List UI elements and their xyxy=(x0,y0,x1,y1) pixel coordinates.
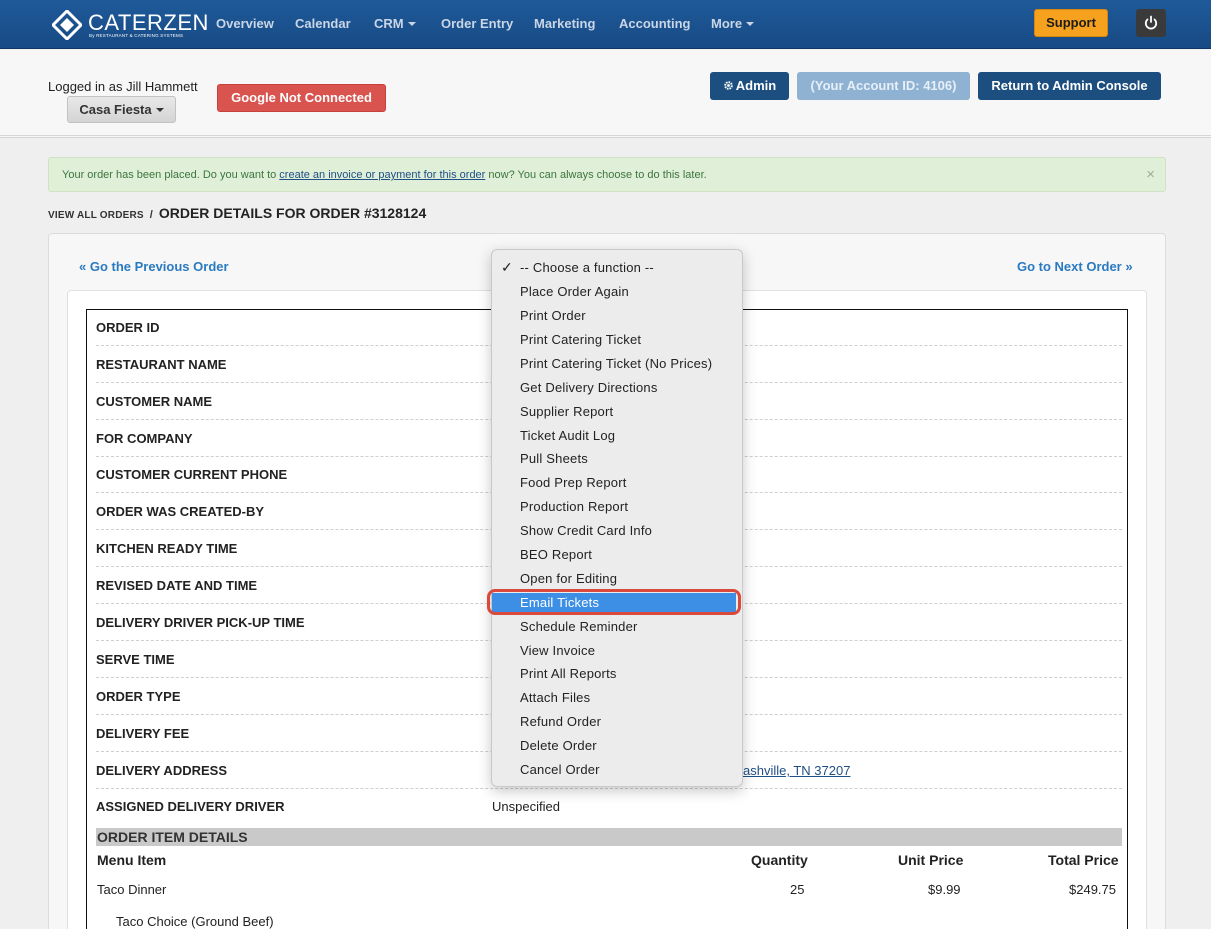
breadcrumb: VIEW ALL ORDERS / ORDER DETAILS FOR ORDER … xyxy=(48,205,426,223)
page-title: ORDER DETAILS FOR ORDER #3128124 xyxy=(158,205,427,221)
detail-label: DELIVERY DRIVER PICK-UP TIME xyxy=(96,615,305,630)
google-status-button[interactable]: Google Not Connected xyxy=(217,84,386,112)
breadcrumb-separator: / xyxy=(149,209,153,221)
detail-label: ORDER WAS CREATED-BY xyxy=(96,504,265,519)
close-icon[interactable]: × xyxy=(1146,166,1155,183)
checkmark-icon: ✓ xyxy=(501,259,513,275)
menu-option-delete-order[interactable]: Delete Order xyxy=(520,738,597,753)
nav-order-entry[interactable]: Order Entry xyxy=(441,16,513,31)
nav-crm[interactable]: CRM xyxy=(374,16,416,31)
item-menu-name: Taco Dinner xyxy=(97,882,167,897)
restaurant-selector[interactable]: Casa Fiesta xyxy=(67,96,176,123)
chevron-down-icon xyxy=(746,22,755,26)
gear-icon xyxy=(723,81,733,90)
caterzen-logo[interactable]: CATERZEN By RESTAURANT & CATERING SYSTEM… xyxy=(52,9,208,41)
detail-value: Unspecified xyxy=(492,799,560,814)
chevron-down-icon xyxy=(155,108,164,112)
menu-option-print-catering-ticket-no-prices[interactable]: Print Catering Ticket (No Prices) xyxy=(520,356,712,371)
column-header-menu-item: Menu Item xyxy=(97,852,167,868)
detail-label: ORDER ID xyxy=(96,320,160,335)
menu-option-print-catering-ticket[interactable]: Print Catering Ticket xyxy=(520,332,641,347)
detail-label: CUSTOMER NAME xyxy=(96,394,213,409)
view-all-orders-link[interactable]: VIEW ALL ORDERS xyxy=(48,210,144,221)
logo-diamond-icon xyxy=(52,10,82,40)
chevron-down-icon xyxy=(407,22,416,26)
menu-option-get-delivery-directions[interactable]: Get Delivery Directions xyxy=(520,380,658,395)
menu-option-pull-sheets[interactable]: Pull Sheets xyxy=(520,451,588,466)
menu-option-print-order[interactable]: Print Order xyxy=(520,308,586,323)
alert-text-before: Your order has been placed. Do you want … xyxy=(62,169,280,181)
menu-option-print-all-reports[interactable]: Print All Reports xyxy=(520,666,617,681)
detail-label: CUSTOMER CURRENT PHONE xyxy=(96,467,288,482)
item-quantity: 25 xyxy=(790,882,805,897)
return-admin-console-button[interactable]: Return to Admin Console xyxy=(978,72,1161,100)
item-total-price: $249.75 xyxy=(1069,882,1116,897)
detail-label: SERVE TIME xyxy=(96,652,175,667)
logged-in-text: Logged in as Jill Hammett xyxy=(48,79,198,94)
menu-option-cancel-order[interactable]: Cancel Order xyxy=(520,762,600,777)
menu-option-production-report[interactable]: Production Report xyxy=(520,499,628,514)
previous-order-link[interactable]: « Go the Previous Order xyxy=(79,259,229,274)
menu-option-ticket-audit-log[interactable]: Ticket Audit Log xyxy=(520,428,615,443)
order-item-details-header: ORDER ITEM DETAILS xyxy=(96,828,1122,846)
item-unit-price: $9.99 xyxy=(928,882,961,897)
next-order-link[interactable]: Go to Next Order » xyxy=(1017,259,1133,274)
detail-row-assigned-driver: ASSIGNED DELIVERY DRIVER Unspecified xyxy=(96,788,1122,825)
top-navbar: CATERZEN By RESTAURANT & CATERING SYSTEM… xyxy=(0,0,1211,49)
column-header-unit-price: Unit Price xyxy=(898,852,964,868)
nav-calendar[interactable]: Calendar xyxy=(295,16,351,31)
menu-option-choose-function[interactable]: -- Choose a function -- xyxy=(520,260,654,275)
menu-option-email-tickets[interactable]: Email Tickets xyxy=(520,595,599,610)
function-dropdown-menu[interactable] xyxy=(491,249,743,787)
menu-option-view-invoice[interactable]: View Invoice xyxy=(520,643,595,658)
detail-label: DELIVERY ADDRESS xyxy=(96,763,227,778)
menu-option-beo-report[interactable]: BEO Report xyxy=(520,547,592,562)
menu-option-supplier-report[interactable]: Supplier Report xyxy=(520,404,613,419)
nav-more[interactable]: More xyxy=(711,16,755,31)
nav-overview[interactable]: Overview xyxy=(216,16,274,31)
column-header-quantity: Quantity xyxy=(751,852,808,868)
menu-option-show-credit-card-info[interactable]: Show Credit Card Info xyxy=(520,523,652,538)
menu-option-schedule-reminder[interactable]: Schedule Reminder xyxy=(520,619,638,634)
detail-label: RESTAURANT NAME xyxy=(96,357,227,372)
delivery-address-link[interactable]: ashville, TN 37207 xyxy=(743,763,850,778)
nav-marketing[interactable]: Marketing xyxy=(534,16,595,31)
menu-option-open-for-editing[interactable]: Open for Editing xyxy=(520,571,617,586)
account-id-badge: (Your Account ID: 4106) xyxy=(797,72,970,100)
detail-label: FOR COMPANY xyxy=(96,431,193,446)
menu-option-attach-files[interactable]: Attach Files xyxy=(520,690,590,705)
menu-option-refund-order[interactable]: Refund Order xyxy=(520,714,601,729)
create-invoice-link[interactable]: create an invoice or payment for this or… xyxy=(279,169,485,181)
logo-tagline: By RESTAURANT & CATERING SYSTEMS xyxy=(89,33,184,38)
support-button[interactable]: Support xyxy=(1034,9,1108,37)
detail-label: REVISED DATE AND TIME xyxy=(96,578,258,593)
alert-text-after: now? You can always choose to do this la… xyxy=(485,169,707,181)
menu-option-food-prep-report[interactable]: Food Prep Report xyxy=(520,475,627,490)
nav-accounting[interactable]: Accounting xyxy=(619,16,691,31)
power-icon xyxy=(1144,15,1158,30)
detail-label: KITCHEN READY TIME xyxy=(96,541,238,556)
menu-option-place-order-again[interactable]: Place Order Again xyxy=(520,284,629,299)
order-placed-alert: Your order has been placed. Do you want … xyxy=(48,157,1166,192)
logout-button[interactable] xyxy=(1136,9,1166,37)
detail-label: ORDER TYPE xyxy=(96,689,181,704)
detail-value: ashville, TN 37207 xyxy=(743,763,850,778)
column-header-total-price: Total Price xyxy=(1048,852,1119,868)
detail-label: ASSIGNED DELIVERY DRIVER xyxy=(96,799,285,814)
item-modifier: Taco Choice (Ground Beef) xyxy=(116,914,274,929)
admin-button[interactable]: Admin xyxy=(710,72,789,100)
detail-label: DELIVERY FEE xyxy=(96,726,190,741)
